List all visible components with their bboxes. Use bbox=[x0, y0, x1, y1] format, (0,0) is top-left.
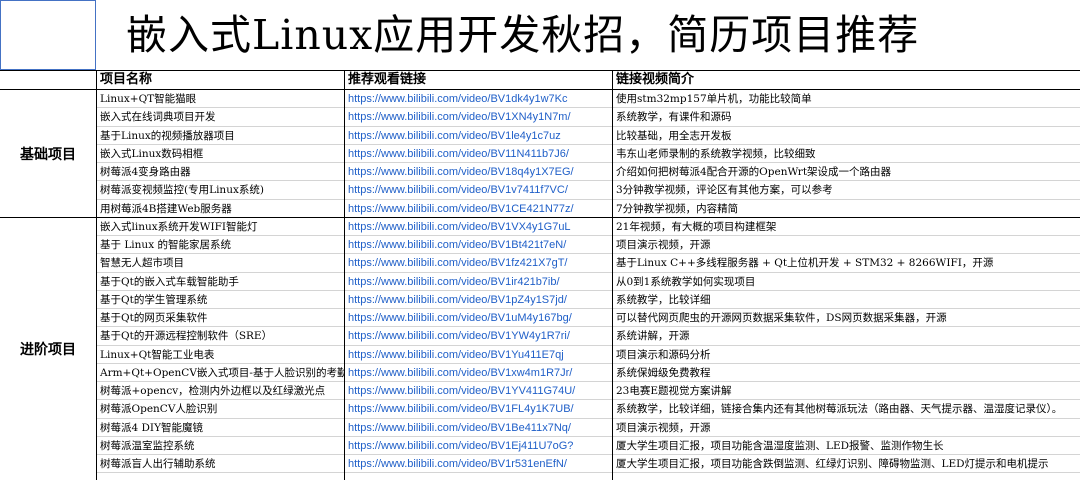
video-link[interactable]: https://www.bilibili.com/video/BV1YV411G… bbox=[344, 382, 612, 400]
header-project-name: 项目名称 bbox=[96, 70, 344, 90]
video-link[interactable]: https://www.bilibili.com/video/BV1uM4y16… bbox=[344, 309, 612, 327]
video-description-cell: 使用stm32mp157单片机，功能比较简单 bbox=[612, 90, 1080, 108]
video-link[interactable]: https://www.bilibili.com/video/BV1pZ4y1S… bbox=[344, 291, 612, 309]
header-recommended-link: 推荐观看链接 bbox=[344, 70, 612, 90]
project-name-cell: 嵌入式在线词典项目开发 bbox=[96, 108, 344, 127]
project-name-cell: 树莓派4变身路由器 bbox=[96, 163, 344, 181]
video-link[interactable]: https://www.bilibili.com/video/BV1Yu411E… bbox=[344, 346, 612, 364]
category-advanced: 进阶项目 bbox=[20, 342, 76, 358]
spreadsheet: 嵌入式Linux应用开发秋招，简历项目推荐 项目名称 推荐观看链接 链接视频简介… bbox=[0, 0, 1080, 480]
sheet-title: 嵌入式Linux应用开发秋招，简历项目推荐 bbox=[126, 11, 920, 59]
video-link[interactable]: https://www.bilibili.com/video/BV1dk4y1w… bbox=[344, 90, 612, 108]
project-name-cell: 基于Qt的嵌入式车载智能助手 bbox=[96, 273, 344, 291]
category-basic: 基础项目 bbox=[0, 90, 96, 218]
video-link[interactable]: https://www.bilibili.com/video/BV1YW4y1R… bbox=[344, 327, 612, 346]
video-description-cell: 系统教学，比较详细 bbox=[612, 291, 1080, 309]
video-link[interactable]: https://www.bilibili.com/video/BV1r531en… bbox=[344, 455, 612, 473]
video-link[interactable]: https://www.bilibili.com/video/BV1Be411x… bbox=[344, 419, 612, 437]
video-link[interactable]: https://www.bilibili.com/video/BV1xw4m1R… bbox=[344, 364, 612, 382]
header-category-blank bbox=[0, 70, 96, 90]
video-description-cell: 3分钟教学视频，评论区有其他方案，可以参考 bbox=[612, 181, 1080, 200]
video-link[interactable]: https://www.bilibili.com/video/BV1Bt421t… bbox=[344, 236, 612, 254]
video-description-cell: 比较基础，用全志开发板 bbox=[612, 127, 1080, 145]
video-description-cell: 项目演示视频，开源 bbox=[612, 419, 1080, 437]
col-divider-2 bbox=[344, 70, 345, 480]
video-description-cell: 厦大学生项目汇报，项目功能含跌倒监测、红绿灯识别、障碍物监测、LED灯提示和电机… bbox=[612, 455, 1080, 473]
select-all-corner[interactable] bbox=[0, 0, 96, 70]
video-description-cell: 系统讲解，开源 bbox=[612, 327, 1080, 346]
project-name-cell: 树莓派盲人出行辅助系统 bbox=[96, 455, 344, 473]
video-description-cell: 21年视频，有大概的项目构建框架 bbox=[612, 218, 1080, 236]
header-video-intro: 链接视频简介 bbox=[612, 70, 1080, 90]
project-name-cell: 基于Qt的开源远程控制软件（SRE） bbox=[96, 327, 344, 346]
project-name-cell: 基于 Linux 的智能家居系统 bbox=[96, 236, 344, 254]
project-name-cell: Linux+Qt智能工业电表 bbox=[96, 346, 344, 364]
project-name-cell: 树莓派4 DIY智能魔镜 bbox=[96, 419, 344, 437]
project-name-cell: 基于Linux的视频播放器项目 bbox=[96, 127, 344, 145]
video-description-cell: 厦大学生项目汇报，项目功能含温湿度监测、LED报警、监测作物生长 bbox=[612, 437, 1080, 455]
project-name-cell: 嵌入式Linux数码相框 bbox=[96, 145, 344, 163]
video-description-cell: 系统教学，有课件和源码 bbox=[612, 108, 1080, 127]
project-name-cell: 智慧无人超市项目 bbox=[96, 254, 344, 273]
project-name-cell: 树莓派+opencv，检测内外边框以及红绿激光点 bbox=[96, 382, 344, 400]
video-description-cell: 从0到1系统教学如何实现项目 bbox=[612, 273, 1080, 291]
video-link[interactable]: https://www.bilibili.com/video/BV11N411b… bbox=[344, 145, 612, 163]
col-divider-1 bbox=[96, 70, 97, 480]
video-link[interactable]: https://www.bilibili.com/video/BV18q4y1X… bbox=[344, 163, 612, 181]
video-description-cell: 项目演示视频，开源 bbox=[612, 236, 1080, 254]
video-link[interactable]: https://www.bilibili.com/video/BV1ir421b… bbox=[344, 273, 612, 291]
video-description-cell: 7分钟教学视频，内容精简 bbox=[612, 200, 1080, 218]
video-link[interactable]: https://www.bilibili.com/video/BV1VX4y1G… bbox=[344, 218, 612, 236]
project-name-cell: 树莓派温室监控系统 bbox=[96, 437, 344, 455]
video-description-cell: 系统保姆级免费教程 bbox=[612, 364, 1080, 382]
video-link[interactable]: https://www.bilibili.com/video/BV1XN4y1N… bbox=[344, 108, 612, 127]
project-name-cell: Linux+QT智能猫眼 bbox=[96, 90, 344, 108]
video-link[interactable]: https://www.bilibili.com/video/BV1Ej411U… bbox=[344, 437, 612, 455]
project-name-cell: 树莓派OpenCV人脸识别 bbox=[96, 400, 344, 419]
video-link[interactable]: https://www.bilibili.com/video/BV1le4y1c… bbox=[344, 127, 612, 145]
video-description-cell: 可以替代网页爬虫的开源网页数据采集软件，DS网页数据采集器，开源 bbox=[612, 309, 1080, 327]
video-description-cell: 介绍如何把树莓派4配合开源的OpenWrt架设成一个路由器 bbox=[612, 163, 1080, 181]
video-description-cell: 23电赛E题视觉方案讲解 bbox=[612, 382, 1080, 400]
video-description-cell: 系统教学，比较详细，链接合集内还有其他树莓派玩法（路由器、天气提示器、温湿度记录… bbox=[612, 400, 1080, 419]
col-divider-3 bbox=[612, 70, 613, 480]
project-name-cell: 树莓派变视频监控(专用Linux系统) bbox=[96, 181, 344, 200]
video-link[interactable]: https://www.bilibili.com/video/BV1CE421N… bbox=[344, 200, 612, 218]
video-link[interactable]: https://www.bilibili.com/video/BV1FL4y1K… bbox=[344, 400, 612, 419]
video-description-cell: 项目演示和源码分析 bbox=[612, 346, 1080, 364]
video-description-cell: 韦东山老师录制的系统教学视频，比较细致 bbox=[612, 145, 1080, 163]
video-description-cell: 基于Linux C++多线程服务器 + Qt上位机开发 + STM32 + 82… bbox=[612, 254, 1080, 273]
project-name-cell: 用树莓派4B搭建Web服务器 bbox=[96, 200, 344, 218]
project-name-cell: 基于Qt的网页采集软件 bbox=[96, 309, 344, 327]
project-name-cell: Arm+Qt+OpenCV嵌入式项目-基于人脸识别的考勤系统 bbox=[96, 364, 344, 382]
video-link[interactable]: https://www.bilibili.com/video/BV1v7411f… bbox=[344, 181, 612, 200]
project-name-cell: 嵌入式linux系统开发WIFI智能灯 bbox=[96, 218, 344, 236]
project-name-cell: 基于Qt的学生管理系统 bbox=[96, 291, 344, 309]
video-link[interactable]: https://www.bilibili.com/video/BV1fz421X… bbox=[344, 254, 612, 273]
